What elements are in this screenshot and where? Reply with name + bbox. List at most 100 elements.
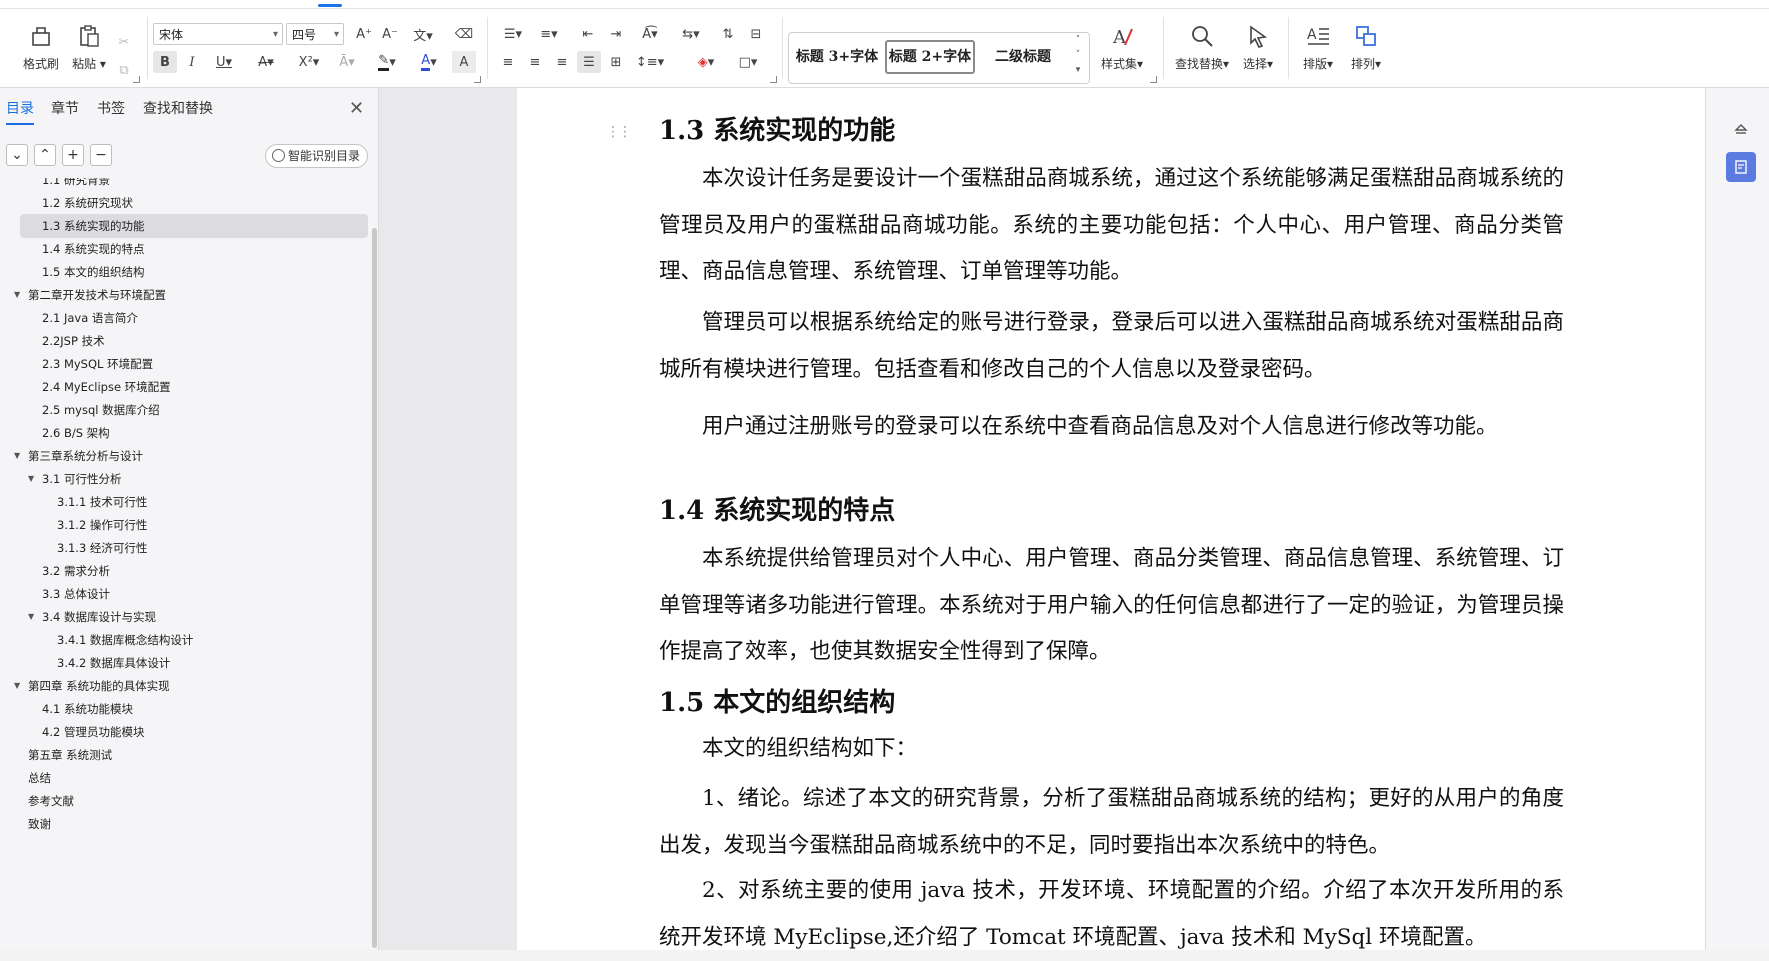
distribute-icon: ⊞ xyxy=(610,54,622,70)
toc-item[interactable]: ▼ 第三章系统分析与设计 xyxy=(14,444,368,468)
strikethrough-button[interactable]: A ▾ xyxy=(250,51,282,73)
paint-bucket-icon: ◈ xyxy=(697,54,708,70)
toc-item[interactable]: ▼ 第二章开发技术与环境配置 xyxy=(14,283,368,307)
drag-handle-icon[interactable]: ⋮⋮ xyxy=(606,124,632,140)
paste-button[interactable]: 粘贴 ▾ xyxy=(66,19,112,79)
toc-scrollbar[interactable] xyxy=(372,228,377,948)
remove-level-button[interactable]: − xyxy=(90,144,112,166)
expand-triangle-icon[interactable]: ▼ xyxy=(14,444,20,468)
arrange-button[interactable]: 排列▾ xyxy=(1344,19,1388,79)
rail-document-assistant-button[interactable] xyxy=(1726,152,1756,182)
decrease-indent-button[interactable]: ⇤ xyxy=(576,23,600,45)
expand-triangle-icon[interactable]: ▼ xyxy=(14,283,20,307)
toc-item[interactable]: 3.1.3 经济可行性 xyxy=(20,536,368,560)
grow-font-button[interactable]: A⁺ xyxy=(352,23,376,45)
align-right-button[interactable]: ≡ xyxy=(550,51,574,73)
styles-dialog-launcher[interactable] xyxy=(1150,76,1157,83)
toc-item[interactable]: 4.2 管理员功能模块 xyxy=(20,720,368,744)
asian-layout-button[interactable]: ⇆▾ xyxy=(676,23,706,45)
style-heading-3[interactable]: 标题 3+字体 xyxy=(795,40,879,74)
toc-item[interactable]: 1.5 本文的组织结构 xyxy=(20,260,368,284)
justify-button[interactable]: ☰ xyxy=(577,51,601,73)
toc-item[interactable]: 2.1 Java 语言简介 xyxy=(20,306,368,330)
expand-triangle-icon[interactable]: ▼ xyxy=(14,674,20,698)
toc-item[interactable]: 2.3 MySQL 环境配置 xyxy=(20,352,368,376)
toc-item[interactable]: 3.1.2 操作可行性 xyxy=(20,513,368,537)
toc-item[interactable]: 3.3 总体设计 xyxy=(20,582,368,606)
rail-collapse-button[interactable] xyxy=(1726,114,1756,144)
layout-button[interactable]: A 排版▾ xyxy=(1296,19,1340,79)
heading-1-5: 1.5 本文的组织结构 xyxy=(659,688,896,718)
toc-item[interactable]: ▼ 3.4 数据库设计与实现 xyxy=(20,605,368,629)
find-replace-button[interactable]: 查找替换▾ xyxy=(1172,19,1232,79)
toc-item[interactable]: 3.1.1 技术可行性 xyxy=(20,490,368,514)
underline-button[interactable]: U ▾ xyxy=(208,51,240,73)
sort-button[interactable]: ⇅ xyxy=(716,23,740,45)
toc-item[interactable]: 3.2 需求分析 xyxy=(20,559,368,583)
toc-item[interactable]: 2.2JSP 技术 xyxy=(20,329,368,353)
toc-item[interactable]: 总结 xyxy=(20,766,368,790)
italic-button[interactable]: I xyxy=(180,51,204,73)
toc-item[interactable]: 1.4 系统实现的特点 xyxy=(20,237,368,261)
toc-item[interactable]: 1.2 系统研究现状 xyxy=(20,191,368,215)
collapse-down-button[interactable]: ⌄ xyxy=(6,144,28,166)
superscript-button[interactable]: X² ▾ xyxy=(292,51,326,73)
expand-triangle-icon[interactable]: ▼ xyxy=(28,605,34,629)
align-center-button[interactable]: ≡ xyxy=(523,51,547,73)
borders-button[interactable]: □ ▾ xyxy=(732,51,764,73)
toc-item[interactable]: 参考文献 xyxy=(20,789,368,813)
char-shading-button[interactable]: A xyxy=(452,51,476,73)
distribute-button[interactable]: ⊞ xyxy=(604,51,628,73)
move-up-button[interactable]: ⌃ xyxy=(34,144,56,166)
toc-item[interactable]: 1.1 研究背景 xyxy=(20,178,368,192)
numbered-list-button[interactable]: ≡▾ xyxy=(534,23,564,45)
bullet-list-button[interactable]: ☰▾ xyxy=(498,23,528,45)
clipboard-dialog-launcher[interactable] xyxy=(133,76,140,83)
add-level-button[interactable]: + xyxy=(62,144,84,166)
text-direction-button[interactable]: A͡▾ xyxy=(634,23,666,45)
toc-item[interactable]: 3.4.2 数据库具体设计 xyxy=(20,651,368,675)
increase-indent-button[interactable]: ⇥ xyxy=(604,23,628,45)
style-set-button[interactable]: A 样式集▾ xyxy=(1096,19,1148,79)
styles-gallery-scroll[interactable]: ˄ ˅ ▾ xyxy=(1069,33,1087,81)
shading-button[interactable]: ◈ ▾ xyxy=(690,51,722,73)
tab-chapters[interactable]: 章节 xyxy=(51,98,79,118)
tab-toc[interactable]: 目录 xyxy=(6,98,34,125)
font-name-combo[interactable]: 宋体 ▾ xyxy=(153,23,283,45)
cut-icon[interactable]: ✂ xyxy=(112,31,136,53)
toc-item[interactable]: 3.4.1 数据库概念结构设计 xyxy=(20,628,368,652)
font-size-combo[interactable]: 四号 ▾ xyxy=(286,23,344,45)
text-effect-icon: Ā xyxy=(339,54,349,70)
format-painter-button[interactable]: 格式刷 xyxy=(18,19,64,79)
phonetic-guide-button[interactable]: 文▾ xyxy=(408,23,438,45)
expand-triangle-icon[interactable]: ▼ xyxy=(28,467,34,491)
show-marks-button[interactable]: ⊟ xyxy=(744,23,768,45)
bold-button[interactable]: B xyxy=(153,51,177,73)
smart-toc-button[interactable]: 智能识别目录 xyxy=(265,144,368,168)
toc-item[interactable]: 2.4 MyEclipse 环境配置 xyxy=(20,375,368,399)
select-button[interactable]: 选择▾ xyxy=(1236,19,1280,79)
toc-item[interactable]: 2.6 B/S 架构 xyxy=(20,421,368,445)
font-color-button[interactable]: A ▾ xyxy=(412,51,446,73)
close-icon[interactable]: ✕ xyxy=(349,98,364,119)
text-effect-button[interactable]: Ā ▾ xyxy=(332,51,362,73)
shrink-font-button[interactable]: A⁻ xyxy=(378,23,402,45)
toc-item[interactable]: 1.3 系统实现的功能 xyxy=(20,214,368,238)
align-left-button[interactable]: ≡ xyxy=(496,51,520,73)
toc-item[interactable]: ▼ 第四章 系统功能的具体实现 xyxy=(14,674,368,698)
toc-item[interactable]: 第五章 系统测试 xyxy=(20,743,368,767)
cursor-icon xyxy=(1250,25,1268,48)
paragraph-dialog-launcher[interactable] xyxy=(770,76,777,83)
toc-item[interactable]: 致谢 xyxy=(20,812,368,836)
clear-format-button[interactable]: ⌫ xyxy=(452,23,476,45)
line-spacing-button[interactable]: ↕≡▾ xyxy=(634,51,666,73)
tab-find-replace[interactable]: 查找和替换 xyxy=(143,98,213,118)
style-heading-2[interactable]: 标题 2+字体 xyxy=(885,40,975,74)
highlight-button[interactable]: ✎ ▾ xyxy=(370,51,404,73)
tab-bookmarks[interactable]: 书签 xyxy=(97,98,125,118)
font-dialog-launcher[interactable] xyxy=(474,76,481,83)
toc-item[interactable]: 4.1 系统功能模块 xyxy=(20,697,368,721)
style-level-2-heading[interactable]: 二级标题 xyxy=(983,40,1063,74)
toc-item[interactable]: ▼ 3.1 可行性分析 xyxy=(20,467,368,491)
toc-item[interactable]: 2.5 mysql 数据库介绍 xyxy=(20,398,368,422)
